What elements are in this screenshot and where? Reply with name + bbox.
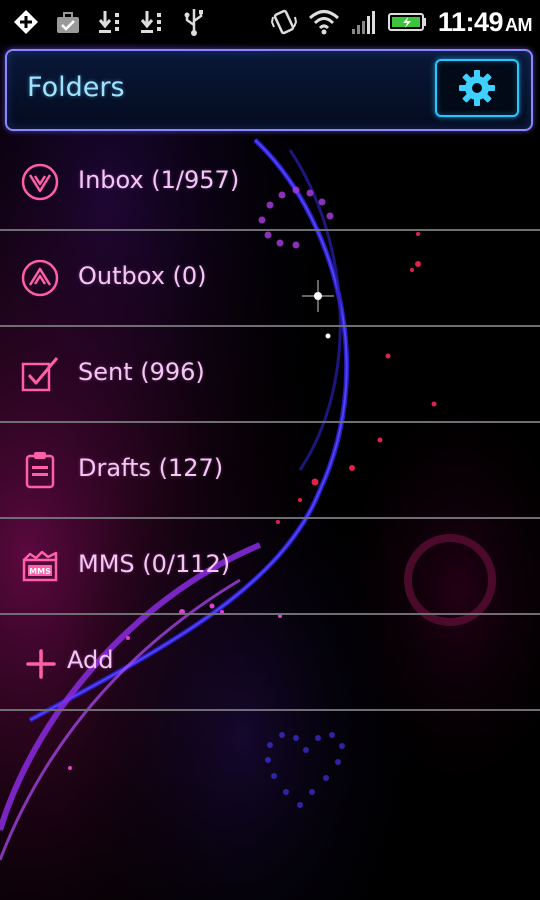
download-icon <box>98 11 119 33</box>
folder-item-inbox[interactable]: Inbox (1/957) <box>0 135 540 231</box>
folder-label: Drafts (127) <box>78 454 224 482</box>
folder-item-outbox[interactable]: Outbox (0) <box>0 231 540 327</box>
clock-time: 11:49 <box>437 6 504 37</box>
folder-item-mms[interactable]: MMS MMS (0/112) <box>0 519 540 615</box>
plus-icon <box>26 649 56 679</box>
battery-icon <box>387 13 426 31</box>
page-title: Folders <box>27 72 125 103</box>
sent-icon <box>21 357 59 392</box>
folder-label: MMS (0/112) <box>78 550 231 578</box>
folder-item-drafts[interactable]: Drafts (127) <box>0 423 540 519</box>
signal-icon <box>351 11 375 34</box>
mms-icon: MMS <box>22 550 58 582</box>
drafts-icon <box>25 452 55 489</box>
status-bar-system: 11:49 AM <box>270 0 533 44</box>
wifi-icon <box>308 10 339 35</box>
usb-icon <box>184 9 203 36</box>
folder-label: Inbox (1/957) <box>78 166 240 194</box>
status-bar: 11:49 AM <box>0 0 540 44</box>
status-bar-notifications <box>0 0 208 44</box>
gear-icon <box>459 70 495 106</box>
add-folder-button[interactable]: Add <box>0 615 540 711</box>
briefcase-icon <box>57 12 79 33</box>
clock-ampm: AM <box>505 14 533 35</box>
vibrate-icon <box>270 9 297 35</box>
folder-label: Sent (996) <box>78 358 205 386</box>
mms-badge-text: MMS <box>29 567 51 576</box>
add-folder-label: Add <box>67 646 114 674</box>
folder-item-sent[interactable]: Sent (996) <box>0 327 540 423</box>
inbox-icon <box>21 163 59 201</box>
folder-list: Inbox (1/957) Outbox (0) Sent (996) Draf… <box>0 135 540 711</box>
settings-button[interactable] <box>435 59 519 117</box>
folder-label: Outbox (0) <box>78 262 207 290</box>
download-icon <box>140 11 161 33</box>
usb-debug-icon <box>14 10 38 34</box>
folders-header: Folders <box>5 49 533 131</box>
clock: 11:49 AM <box>437 6 533 38</box>
outbox-icon <box>21 259 59 297</box>
